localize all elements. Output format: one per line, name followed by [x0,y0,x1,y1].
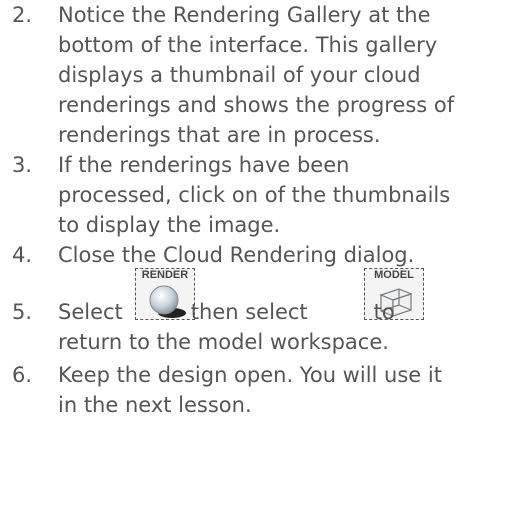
step-text-line: renderings that are in process. [58,123,381,147]
step-text-line: displays a thumbnail of your cloud [58,63,421,87]
step-text-then-select: then select [190,300,308,324]
step-text-to: to [373,300,395,324]
step-6: 6. Keep the design open. You will use it… [0,360,442,420]
step-number: 4. [12,243,33,267]
step-text-line: processed, click on of the thumbnails [58,183,451,207]
step-text-line: If the renderings have been [58,153,350,177]
step-text-line: to display the image. [58,213,281,237]
step-number: 6. [12,363,33,387]
step-3: 3. If the renderings have been processed… [0,150,450,240]
step-number: 5. [12,300,33,324]
render-button-caption: RENDER [141,269,189,281]
step-5-line-2: return to the model workspace. [58,330,389,354]
step-text-line: renderings and shows the progress of [58,93,455,117]
model-button-caption: MODEL [374,269,414,281]
step-4: 4. Close the Cloud Rendering dialog. [0,240,414,270]
step-2: 2. Notice the Rendering Gallery at the b… [0,0,454,150]
step-5-line-1: Select then select to [58,300,395,330]
step-text-line: Keep the design open. You will use it [58,363,442,387]
step-number: 2. [12,3,33,27]
step-5: 5. RENDER MODEL Select then select to re… [0,268,509,360]
step-number: 3. [12,153,33,177]
step-text-line: in the next lesson. [58,393,252,417]
step-text-select: Select [58,300,123,324]
step-text-line: bottom of the interface. This gallery [58,33,438,57]
step-text-line: Notice the Rendering Gallery at the [58,3,431,27]
step-text-line: Close the Cloud Rendering dialog. [58,243,415,267]
